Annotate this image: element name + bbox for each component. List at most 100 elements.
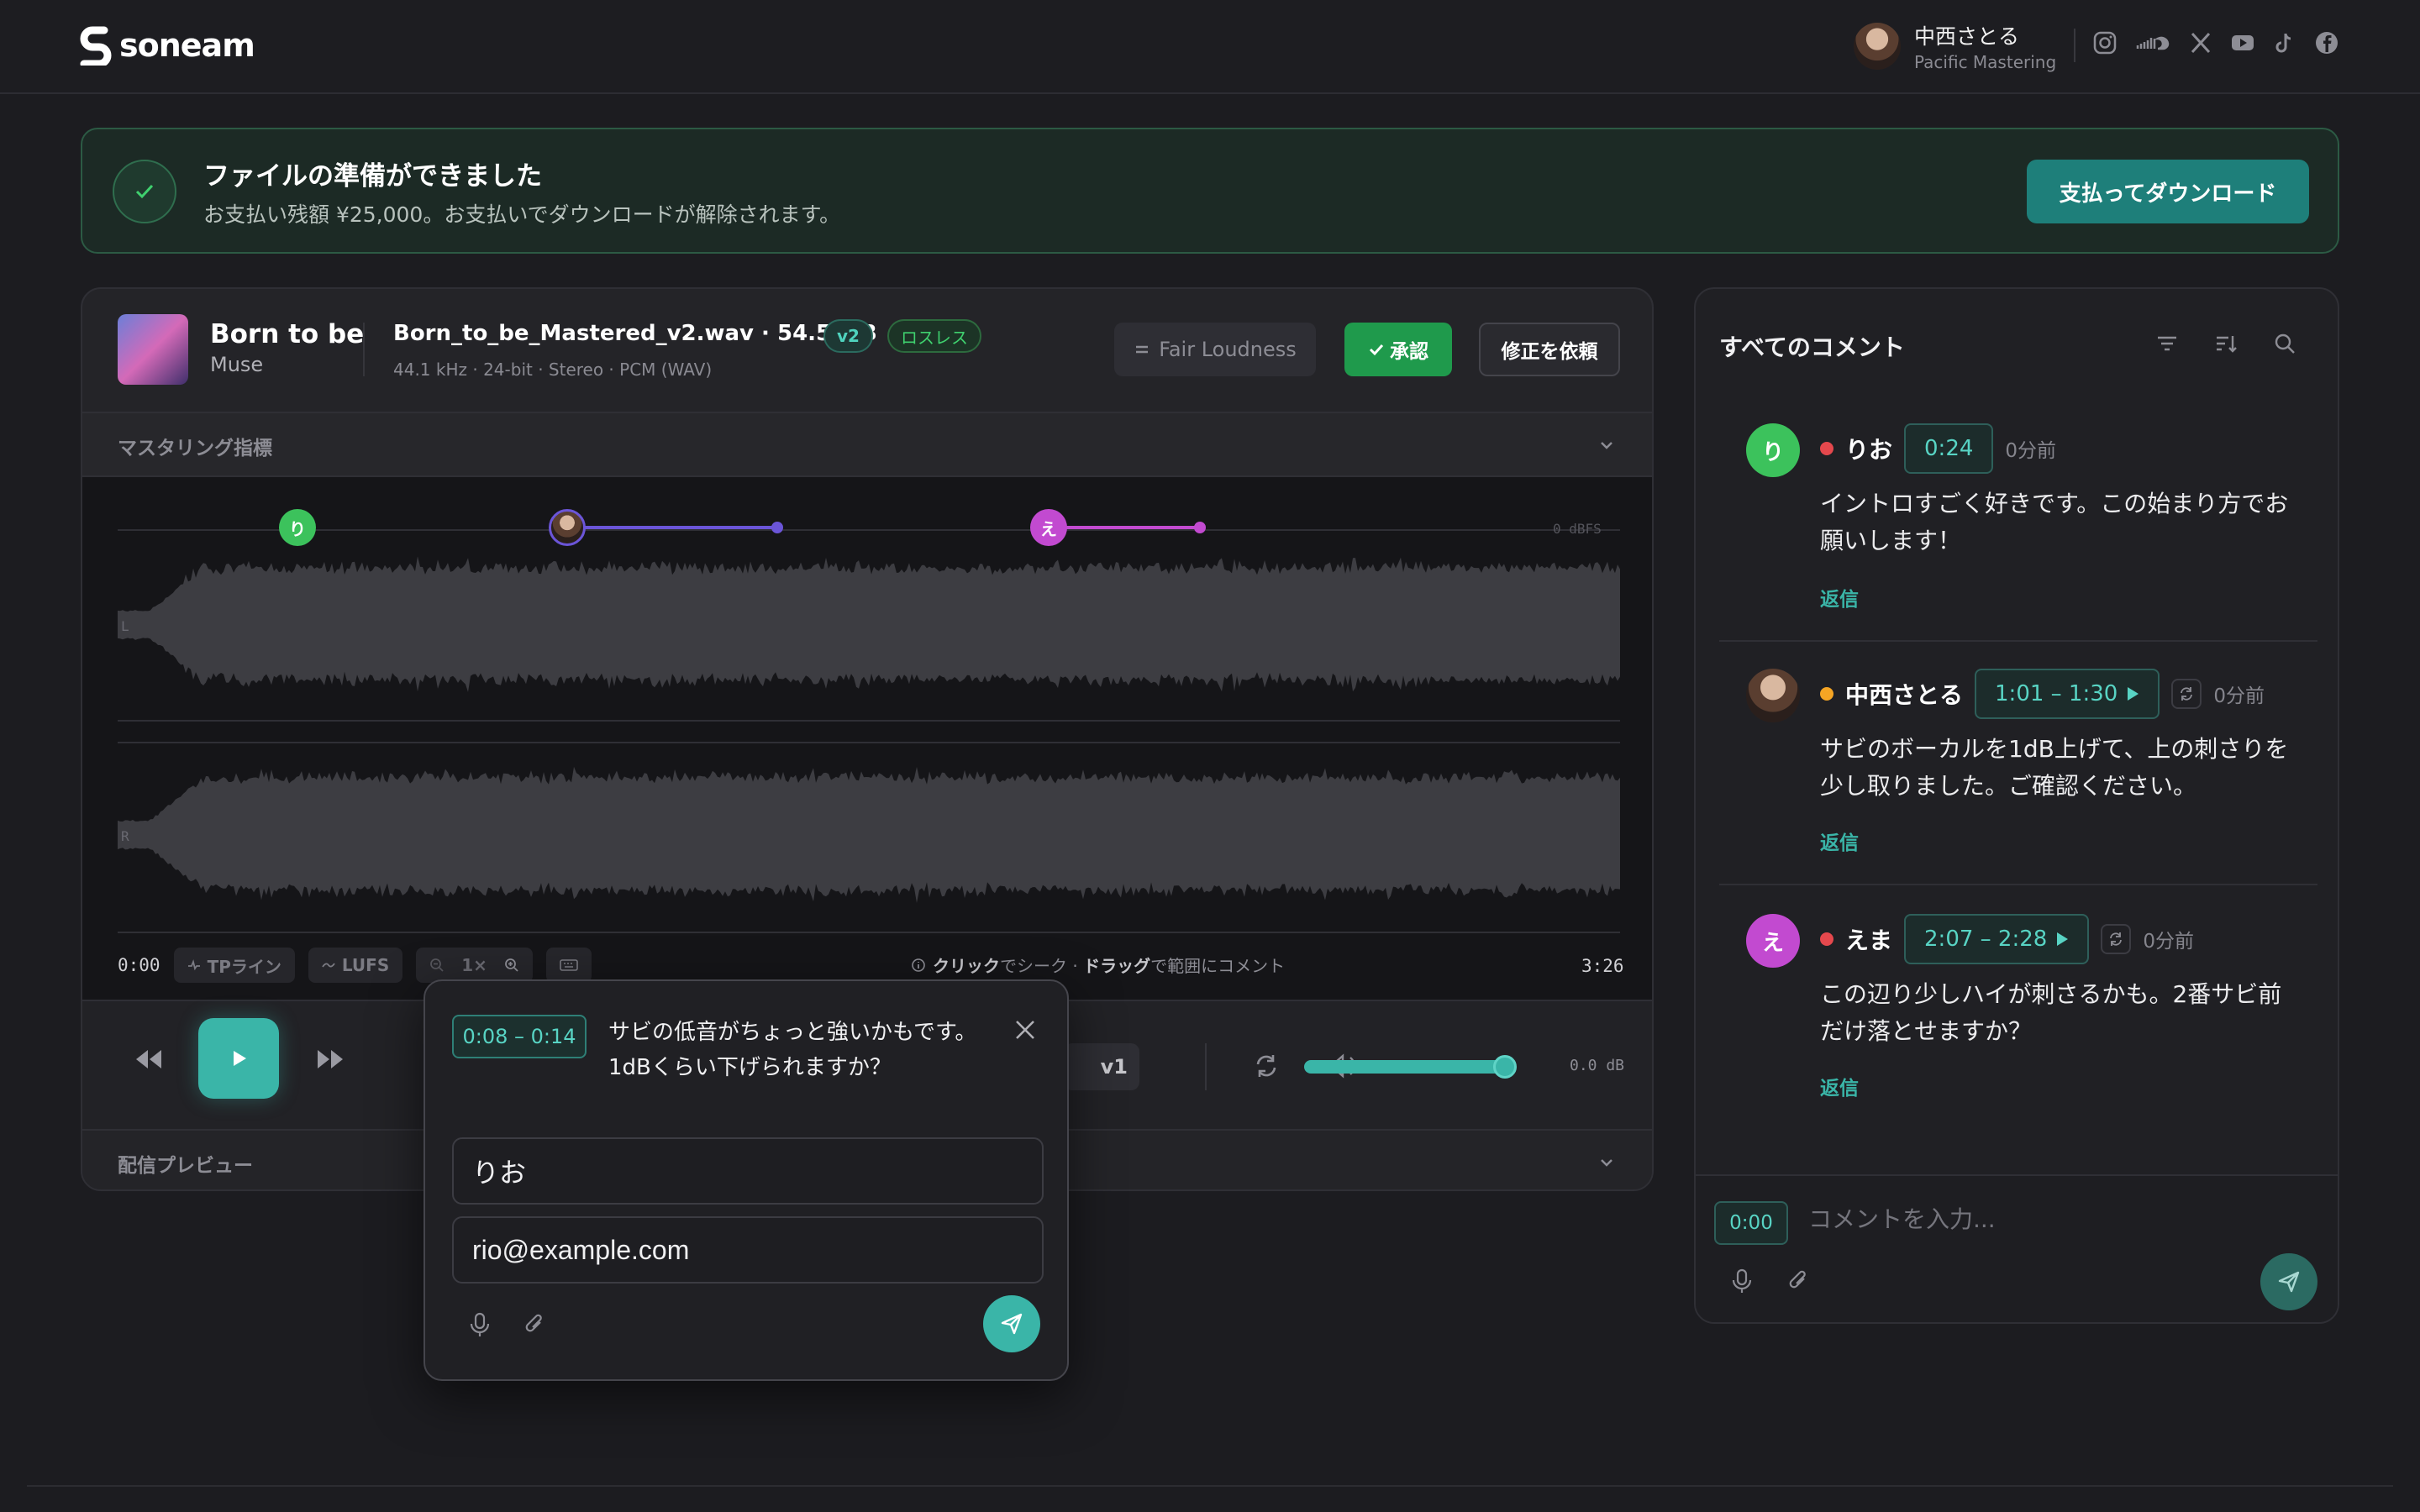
popup-comment-text[interactable]: サビの低音がちょっと強いかもです。1dBくらい下げられますか？ bbox=[608, 1015, 978, 1085]
microphone-icon[interactable] bbox=[469, 1312, 491, 1337]
tp-line-button[interactable]: TPライン bbox=[173, 948, 295, 983]
header-divider bbox=[2074, 29, 2075, 62]
cover-art bbox=[118, 314, 188, 385]
tiktok-icon[interactable] bbox=[2272, 30, 2297, 55]
search-icon[interactable] bbox=[2272, 331, 2297, 356]
logo[interactable]: soneam bbox=[79, 25, 255, 66]
waveform-toolbar: 0:00 TPライン LUFS 1× bbox=[118, 948, 592, 983]
zoom-control: 1× bbox=[416, 948, 533, 983]
lufs-label: LUFS bbox=[341, 955, 390, 975]
approve-label: 承認 bbox=[1390, 341, 1428, 363]
request-revision-button[interactable]: 修正を依頼 bbox=[1479, 323, 1620, 376]
comment-time-chip[interactable]: 2:07 – 2:28 bbox=[1904, 914, 2090, 964]
microphone-icon[interactable] bbox=[1731, 1268, 1753, 1294]
attachment-icon[interactable] bbox=[1788, 1268, 1810, 1294]
email-field[interactable]: rio@example.com bbox=[452, 1216, 1044, 1284]
soneam-logo-icon bbox=[80, 26, 112, 66]
attachment-icon[interactable] bbox=[524, 1312, 546, 1337]
composer-time-chip[interactable]: 0:00 bbox=[1714, 1201, 1788, 1245]
soundcloud-icon[interactable] bbox=[2134, 30, 2171, 55]
header-divider bbox=[363, 323, 365, 376]
facebook-icon[interactable] bbox=[2314, 30, 2339, 55]
youtube-icon[interactable] bbox=[2230, 30, 2255, 55]
waveform-area[interactable]: り え 0 dBFS L R 0:00 TPライン LUFS 1× クリックでシ… bbox=[82, 477, 1654, 1000]
wave-icon bbox=[322, 963, 335, 968]
avatar bbox=[1854, 23, 1901, 70]
comment-marker-satoru[interactable] bbox=[549, 509, 586, 546]
reply-button[interactable]: 返信 bbox=[1820, 827, 1859, 855]
version-select[interactable]: v1 bbox=[1064, 1043, 1139, 1090]
comment-header: りお 0:24 0分前 bbox=[1820, 423, 2056, 474]
dbfs-label: 0 dBFS bbox=[1553, 521, 1602, 537]
loop-icon[interactable] bbox=[2171, 679, 2202, 709]
comment-marker-ema[interactable]: え bbox=[1030, 509, 1067, 546]
comment-ago: 0分前 bbox=[2143, 931, 2194, 953]
keyboard-icon bbox=[560, 959, 578, 971]
avatar: え bbox=[1746, 914, 1800, 968]
filter-icon[interactable] bbox=[2154, 331, 2180, 356]
status-dot bbox=[1820, 687, 1833, 701]
fast-forward-icon[interactable] bbox=[314, 1047, 348, 1072]
play-icon bbox=[2128, 687, 2139, 701]
comment-range-chip[interactable]: 0:08 – 0:14 bbox=[452, 1015, 587, 1058]
chevron-down-icon bbox=[1601, 442, 1612, 449]
rewind-icon[interactable] bbox=[131, 1047, 165, 1072]
metrics-label: マスタリング指標 bbox=[118, 438, 272, 459]
logo-text: soneam bbox=[119, 27, 255, 64]
fair-loudness-label: Fair Loudness bbox=[1159, 338, 1297, 361]
track-title: Born to be bbox=[210, 319, 365, 349]
keyboard-shortcuts-button[interactable] bbox=[545, 948, 592, 983]
chevron-down-icon bbox=[1601, 1159, 1612, 1167]
close-icon[interactable] bbox=[1010, 1015, 1040, 1045]
duration: 3:26 bbox=[1581, 956, 1624, 976]
equals-icon bbox=[1136, 345, 1149, 354]
comment-body: この辺り少しハイが刺さるかも。2番サビ前だけ落とせますか？ bbox=[1820, 980, 2282, 1045]
tp-line-label: TPライン bbox=[207, 956, 281, 977]
check-icon bbox=[1369, 344, 1384, 356]
approve-button[interactable]: 承認 bbox=[1344, 323, 1452, 376]
volume-slider[interactable] bbox=[1304, 1060, 1506, 1074]
comment-time-chip[interactable]: 1:01 – 1:30 bbox=[1975, 669, 2160, 719]
comment-input[interactable]: コメントを入力... bbox=[1808, 1201, 1996, 1235]
comment-author: りお bbox=[1845, 436, 1893, 464]
play-button[interactable] bbox=[198, 1018, 279, 1099]
volume-slider-handle[interactable] bbox=[1493, 1055, 1518, 1079]
comment-range-label: 1:01 – 1:30 bbox=[1995, 681, 2118, 706]
pay-download-button[interactable]: 支払ってダウンロード bbox=[2027, 160, 2309, 223]
controls-divider bbox=[1205, 1043, 1207, 1090]
hint-click: クリック bbox=[933, 956, 1000, 976]
comment-ago: 0分前 bbox=[2213, 685, 2265, 707]
hint-seek: でシーク · bbox=[1000, 956, 1084, 976]
play-icon bbox=[234, 1051, 246, 1066]
pulse-icon bbox=[187, 959, 200, 971]
name-field[interactable]: りお bbox=[452, 1137, 1044, 1205]
waveform[interactable] bbox=[82, 477, 1654, 1000]
zoom-in-icon[interactable] bbox=[504, 958, 519, 973]
send-icon bbox=[1001, 1313, 1023, 1335]
loop-icon[interactable] bbox=[1252, 1052, 1281, 1080]
hint-drag: ドラッグ bbox=[1083, 956, 1151, 976]
volume-db: 0.0 dB bbox=[1570, 1057, 1625, 1074]
instagram-icon[interactable] bbox=[2092, 30, 2118, 55]
waveform-hint: クリックでシーク · ドラッグで範囲にコメント bbox=[911, 953, 1285, 977]
reply-button[interactable]: 返信 bbox=[1820, 1072, 1859, 1100]
waveform-right-channel bbox=[118, 766, 1620, 903]
comment-time-chip[interactable]: 0:24 bbox=[1904, 423, 1994, 474]
reply-button[interactable]: 返信 bbox=[1820, 583, 1859, 612]
lufs-button[interactable]: LUFS bbox=[308, 948, 403, 983]
sort-icon[interactable] bbox=[2213, 331, 2238, 356]
send-button[interactable] bbox=[983, 1295, 1040, 1352]
social-links bbox=[2092, 30, 2339, 55]
x-icon[interactable] bbox=[2188, 30, 2213, 55]
comment-author: 中西さとる bbox=[1845, 681, 1964, 709]
zoom-out-icon[interactable] bbox=[429, 958, 445, 973]
fair-loudness-button[interactable]: Fair Loudness bbox=[1114, 323, 1316, 376]
user-name: 中西さとる bbox=[1914, 24, 2020, 49]
user-profile[interactable]: 中西さとる Pacific Mastering bbox=[1854, 20, 2056, 72]
comment-marker-rio[interactable]: り bbox=[279, 509, 316, 546]
send-button[interactable] bbox=[2260, 1253, 2317, 1310]
zoom-level: 1× bbox=[461, 955, 487, 975]
loop-icon[interactable] bbox=[2101, 924, 2132, 954]
mastering-metrics-toggle[interactable]: マスタリング指標 bbox=[82, 412, 1652, 477]
file-meta: 44.1 kHz · 24-bit · Stereo · PCM (WAV) bbox=[393, 360, 713, 380]
